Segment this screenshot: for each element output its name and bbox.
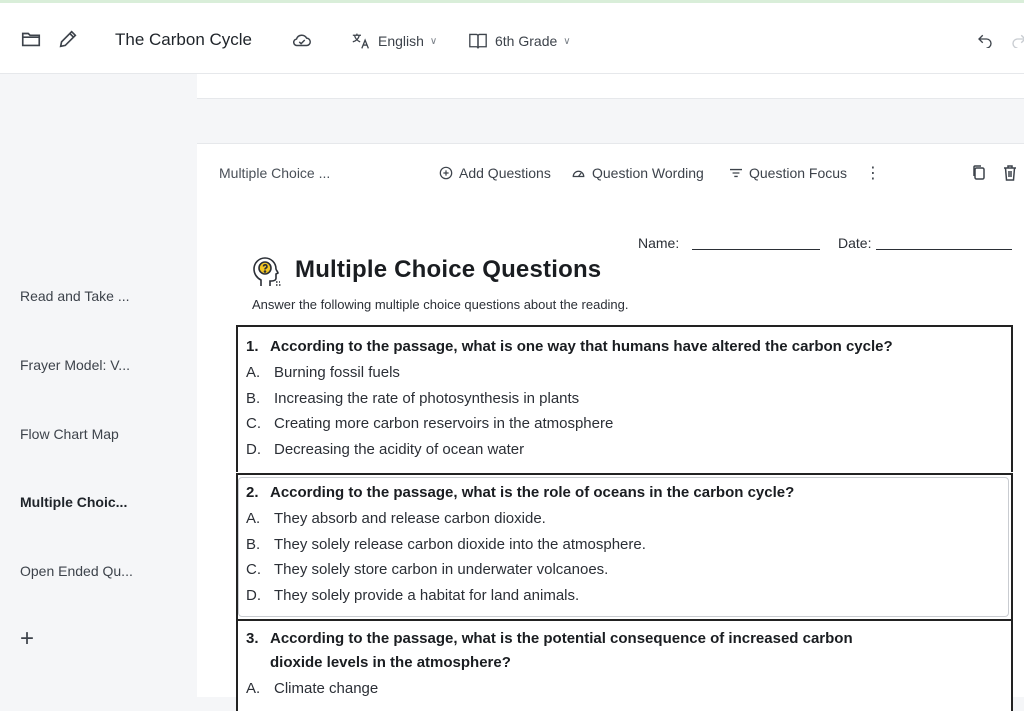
question-block-2[interactable]: 2. According to the passage, what is the … bbox=[236, 473, 1013, 621]
redo-icon[interactable] bbox=[1010, 30, 1024, 48]
translate-icon bbox=[352, 33, 369, 49]
worksheet-instructions: Answer the following multiple choice que… bbox=[252, 297, 629, 312]
chevron-down-icon: ∨ bbox=[429, 35, 438, 47]
name-label: Name: bbox=[638, 235, 680, 251]
question-text: 1. According to the passage, what is one … bbox=[246, 338, 893, 355]
chevron-down-icon: ∨ bbox=[563, 35, 571, 47]
add-questions-button[interactable]: Add Questions bbox=[439, 165, 551, 181]
question-text: 2. According to the passage, what is the … bbox=[246, 484, 795, 501]
date-line bbox=[876, 249, 1012, 250]
grade-select[interactable]: 6th Grade ∨ bbox=[468, 32, 571, 50]
filter-icon bbox=[730, 168, 742, 178]
option-a: A. Climate change bbox=[246, 680, 379, 697]
undo-icon[interactable] bbox=[976, 30, 994, 48]
question-text: 3. According to the passage, what is the … bbox=[246, 630, 853, 671]
worksheet-title: Multiple Choice Questions bbox=[295, 256, 602, 283]
edit-icon[interactable] bbox=[57, 28, 79, 50]
option-c: C. Creating more carbon reservoirs in the… bbox=[246, 415, 614, 432]
language-select[interactable]: English ∨ bbox=[351, 32, 437, 50]
option-c: C. They solely store carbon in underwater… bbox=[246, 561, 609, 578]
option-d: D. Decreasing the acidity of ocean water bbox=[246, 441, 525, 458]
date-label: Date: bbox=[838, 235, 872, 251]
grade-label: 6th Grade bbox=[495, 33, 558, 49]
sidebar-item-read-and-take[interactable]: Read and Take ... bbox=[20, 288, 129, 304]
option-a: A. They absorb and release carbon dioxide… bbox=[246, 510, 546, 527]
question-wording-button[interactable]: Question Wording bbox=[571, 165, 704, 181]
folder-icon[interactable] bbox=[20, 28, 42, 50]
add-questions-label: Add Questions bbox=[459, 165, 551, 181]
question-block-3[interactable]: 3. According to the passage, what is the … bbox=[236, 619, 1013, 711]
section-label: Multiple Choice ... bbox=[219, 165, 331, 181]
option-b: B. Increasing the rate of photosynthesis … bbox=[246, 390, 580, 407]
sidebar-item-multiple-choice[interactable]: Multiple Choic... bbox=[20, 494, 127, 510]
sidebar-item-open-ended[interactable]: Open Ended Qu... bbox=[20, 563, 133, 579]
question-block-1[interactable]: 1. According to the passage, what is one … bbox=[236, 325, 1013, 472]
gauge-icon bbox=[572, 170, 585, 178]
question-wording-label: Question Wording bbox=[592, 165, 704, 181]
section-toolbar: Multiple Choice ... Add Questions Questi… bbox=[197, 143, 1024, 205]
plus-circle-icon bbox=[439, 166, 453, 180]
language-label: English bbox=[378, 33, 424, 49]
thinking-head-icon bbox=[253, 257, 282, 286]
add-section-button[interactable]: + bbox=[20, 627, 34, 651]
worksheet: Name: Date: Multiple Choice Questions An… bbox=[197, 203, 1024, 711]
previous-section-card bbox=[197, 74, 1024, 99]
cloud-icon bbox=[291, 29, 313, 51]
question-focus-button[interactable]: Question Focus bbox=[729, 165, 847, 181]
option-a: A. Burning fossil fuels bbox=[246, 364, 400, 381]
option-b: B. They solely release carbon dioxide int… bbox=[246, 536, 646, 553]
more-options-icon[interactable]: ⋮ bbox=[865, 163, 881, 183]
name-line bbox=[692, 249, 820, 250]
copy-icon[interactable] bbox=[971, 164, 987, 182]
option-d: D. They solely provide a habitat for land… bbox=[246, 587, 580, 604]
book-icon bbox=[469, 33, 487, 49]
sidebar-item-frayer-model[interactable]: Frayer Model: V... bbox=[20, 357, 130, 373]
document-title[interactable]: The Carbon Cycle bbox=[115, 30, 252, 50]
trash-icon[interactable] bbox=[1003, 164, 1017, 182]
question-focus-label: Question Focus bbox=[749, 165, 848, 181]
sidebar-item-flow-chart-map[interactable]: Flow Chart Map bbox=[20, 426, 119, 442]
app-header: The Carbon Cycle English ∨ 6th Grade ∨ bbox=[0, 3, 1024, 74]
